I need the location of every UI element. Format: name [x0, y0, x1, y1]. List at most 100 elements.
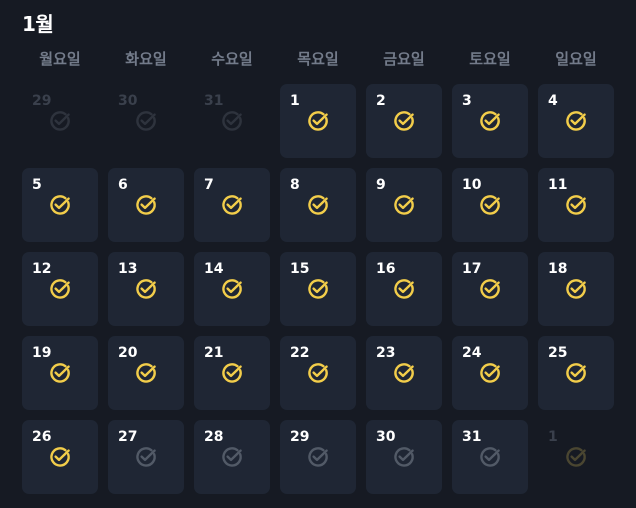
- check-circle-icon: [49, 446, 71, 468]
- day-number: 31: [462, 429, 482, 445]
- day-number: 29: [32, 93, 52, 109]
- weekday-mon: 월요일: [39, 50, 81, 68]
- day-number: 23: [376, 345, 396, 361]
- calendar-day-cell[interactable]: 14: [194, 252, 270, 326]
- calendar-day-cell[interactable]: 4: [538, 84, 614, 158]
- day-number: 21: [204, 345, 224, 361]
- calendar-day-cell[interactable]: 21: [194, 336, 270, 410]
- day-number: 2: [376, 93, 386, 109]
- check-circle-icon: [307, 362, 329, 384]
- check-circle-icon: [565, 110, 587, 132]
- day-number: 18: [548, 261, 568, 277]
- day-number: 8: [290, 177, 300, 193]
- day-number: 6: [118, 177, 128, 193]
- check-circle-icon: [135, 110, 157, 132]
- month-title: 1월: [22, 12, 54, 36]
- check-circle-icon: [479, 110, 501, 132]
- calendar-day-cell[interactable]: 1: [280, 84, 356, 158]
- day-number: 9: [376, 177, 386, 193]
- calendar-day-cell[interactable]: 11: [538, 168, 614, 242]
- calendar-outside-day-cell: 29: [22, 84, 98, 158]
- day-number: 30: [376, 429, 396, 445]
- calendar-day-cell[interactable]: 10: [452, 168, 528, 242]
- day-number: 1: [548, 429, 558, 445]
- check-circle-icon: [135, 446, 157, 468]
- check-circle-icon: [393, 194, 415, 216]
- day-number: 31: [204, 93, 224, 109]
- day-number: 12: [32, 261, 52, 277]
- day-number: 30: [118, 93, 138, 109]
- weekday-sun: 일요일: [555, 50, 597, 68]
- check-circle-icon: [221, 362, 243, 384]
- check-circle-icon: [393, 110, 415, 132]
- day-number: 7: [204, 177, 214, 193]
- day-number: 13: [118, 261, 138, 277]
- day-number: 20: [118, 345, 138, 361]
- calendar-day-cell[interactable]: 19: [22, 336, 98, 410]
- check-circle-icon: [479, 194, 501, 216]
- calendar-day-cell[interactable]: 18: [538, 252, 614, 326]
- check-circle-icon: [479, 362, 501, 384]
- weekday-wed: 수요일: [211, 50, 253, 68]
- day-number: 28: [204, 429, 224, 445]
- calendar-day-cell[interactable]: 31: [452, 420, 528, 494]
- day-number: 25: [548, 345, 568, 361]
- check-circle-icon: [565, 362, 587, 384]
- day-number: 10: [462, 177, 482, 193]
- calendar-day-cell[interactable]: 13: [108, 252, 184, 326]
- day-number: 22: [290, 345, 310, 361]
- day-number: 3: [462, 93, 472, 109]
- calendar-day-cell[interactable]: 25: [538, 336, 614, 410]
- check-circle-icon: [49, 110, 71, 132]
- day-number: 11: [548, 177, 568, 193]
- check-circle-icon: [221, 446, 243, 468]
- calendar-day-cell[interactable]: 29: [280, 420, 356, 494]
- weekday-sat: 토요일: [469, 50, 511, 68]
- calendar-outside-day-cell: 30: [108, 84, 184, 158]
- day-number: 14: [204, 261, 224, 277]
- day-number: 15: [290, 261, 310, 277]
- calendar-day-cell[interactable]: 7: [194, 168, 270, 242]
- calendar-day-cell[interactable]: 30: [366, 420, 442, 494]
- check-circle-icon: [393, 446, 415, 468]
- day-number: 16: [376, 261, 396, 277]
- day-number: 26: [32, 429, 52, 445]
- check-circle-icon: [221, 278, 243, 300]
- day-number: 29: [290, 429, 310, 445]
- calendar-day-cell[interactable]: 9: [366, 168, 442, 242]
- check-circle-icon: [49, 362, 71, 384]
- calendar-day-cell[interactable]: 16: [366, 252, 442, 326]
- check-circle-icon: [565, 194, 587, 216]
- calendar-day-cell[interactable]: 23: [366, 336, 442, 410]
- calendar-day-cell[interactable]: 15: [280, 252, 356, 326]
- check-circle-icon: [221, 194, 243, 216]
- calendar-day-cell[interactable]: 8: [280, 168, 356, 242]
- calendar-day-cell[interactable]: 2: [366, 84, 442, 158]
- check-circle-icon: [479, 446, 501, 468]
- calendar-day-cell[interactable]: 28: [194, 420, 270, 494]
- calendar-day-cell[interactable]: 3: [452, 84, 528, 158]
- check-circle-icon: [135, 278, 157, 300]
- calendar-day-cell[interactable]: 27: [108, 420, 184, 494]
- calendar-day-cell[interactable]: 20: [108, 336, 184, 410]
- check-circle-icon: [393, 362, 415, 384]
- weekday-header: 월요일 화요일 수요일 목요일 금요일 토요일 일요일: [22, 48, 614, 70]
- weekday-tue: 화요일: [125, 50, 167, 68]
- day-number: 24: [462, 345, 482, 361]
- calendar-outside-day-cell: 31: [194, 84, 270, 158]
- calendar-day-cell[interactable]: 6: [108, 168, 184, 242]
- check-circle-icon: [393, 278, 415, 300]
- calendar-day-cell[interactable]: 12: [22, 252, 98, 326]
- calendar-day-cell[interactable]: 26: [22, 420, 98, 494]
- calendar-day-cell[interactable]: 5: [22, 168, 98, 242]
- calendar-grid: 29 30 31 1 2 3 4 5 6 7 8 9 10 11 12 13 14 15 16 17 18 19 20 21 2…: [22, 84, 614, 494]
- check-circle-icon: [479, 278, 501, 300]
- check-circle-icon: [135, 194, 157, 216]
- check-circle-icon: [307, 446, 329, 468]
- calendar-day-cell[interactable]: 24: [452, 336, 528, 410]
- calendar-day-cell[interactable]: 17: [452, 252, 528, 326]
- calendar-day-cell[interactable]: 22: [280, 336, 356, 410]
- day-number: 19: [32, 345, 52, 361]
- day-number: 5: [32, 177, 42, 193]
- day-number: 27: [118, 429, 138, 445]
